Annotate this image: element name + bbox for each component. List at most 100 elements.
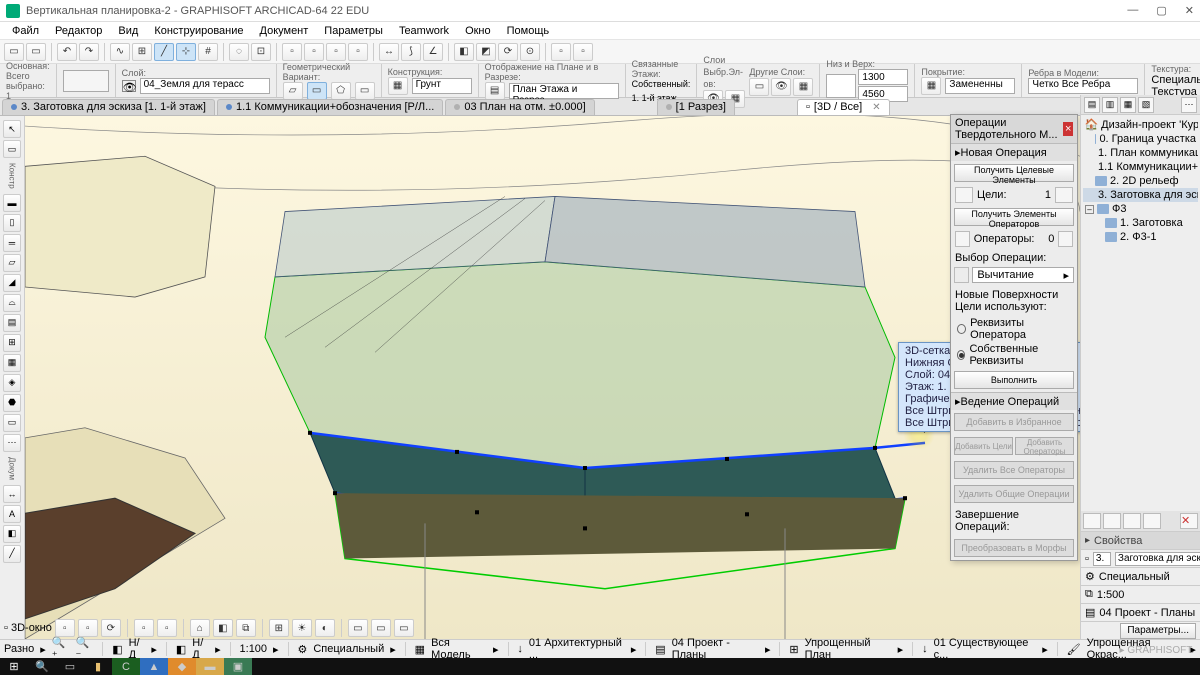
props-header[interactable]: ▸ Свойства: [1081, 531, 1200, 549]
tool-guideline[interactable]: ╱: [154, 43, 174, 61]
tool-marquee[interactable]: ▭: [3, 140, 21, 158]
tool-fill[interactable]: ◧: [3, 525, 21, 543]
tool-grid[interactable]: ⊞: [132, 43, 152, 61]
tool-m4[interactable]: ▫: [348, 43, 368, 61]
layer-combo[interactable]: 04_Земля для терасс: [140, 78, 270, 94]
menu-teamwork[interactable]: Teamwork: [391, 25, 457, 37]
get-operators-button[interactable]: Получить Элементы Операторов: [954, 208, 1074, 226]
prop-id-input[interactable]: [1093, 552, 1111, 566]
vb-7[interactable]: ◧: [213, 619, 233, 637]
menu-design[interactable]: Конструирование: [146, 25, 251, 37]
tab-plan03[interactable]: 03 План на отм. ±0.000]: [445, 99, 594, 115]
tool-arrow[interactable]: ↖: [3, 120, 21, 138]
folder-icon[interactable]: ▬: [196, 658, 224, 675]
tool-walk[interactable]: ⊙: [520, 43, 540, 61]
vb-4[interactable]: ▫: [134, 619, 154, 637]
tool-wall[interactable]: ▬: [3, 194, 21, 212]
tool-line[interactable]: ╱: [3, 545, 21, 563]
op-combo[interactable]: Вычитание▸: [972, 267, 1074, 283]
vb-9[interactable]: ⊞: [269, 619, 289, 637]
nav-layout-icon[interactable]: ▦: [1120, 97, 1136, 113]
opt-settings[interactable]: [57, 64, 116, 97]
tool-redo[interactable]: ↷: [79, 43, 99, 61]
tool-arc[interactable]: ⟆: [401, 43, 421, 61]
taskview-icon[interactable]: ▭: [56, 658, 84, 675]
app2-icon[interactable]: ▲: [140, 658, 168, 675]
vb-11[interactable]: ◐: [315, 619, 335, 637]
vb-2[interactable]: ▫: [78, 619, 98, 637]
tool-shell[interactable]: ⌓: [3, 294, 21, 312]
tool-suspend[interactable]: ◌: [229, 43, 249, 61]
vb-12[interactable]: ▭: [348, 619, 368, 637]
minimize-button[interactable]: —: [1127, 4, 1138, 17]
vb-14[interactable]: ▭: [394, 619, 414, 637]
tool-x2[interactable]: ▫: [573, 43, 593, 61]
radio-operator-attrs[interactable]: Реквизиты Оператора: [951, 316, 1077, 342]
tool-m3[interactable]: ▫: [326, 43, 346, 61]
tool-gridsnap[interactable]: #: [198, 43, 218, 61]
vb-13[interactable]: ▭: [371, 619, 391, 637]
vb-5[interactable]: ▫: [157, 619, 177, 637]
tool-mesh[interactable]: ⊞: [3, 334, 21, 352]
nav-dup-icon[interactable]: [1103, 513, 1121, 529]
nav-project-icon[interactable]: ▤: [1084, 97, 1100, 113]
tool-ruler[interactable]: ↔: [379, 43, 399, 61]
nav-del-icon[interactable]: [1123, 513, 1141, 529]
tool-x1[interactable]: ▫: [551, 43, 571, 61]
tool-morph[interactable]: ◈: [3, 374, 21, 392]
start-button[interactable]: ⊞: [0, 658, 28, 675]
execute-button[interactable]: Выполнить: [954, 371, 1074, 389]
maximize-button[interactable]: ▢: [1156, 4, 1166, 17]
nav-opts-icon[interactable]: ⋯: [1181, 97, 1197, 113]
tool-snap[interactable]: ∿: [110, 43, 130, 61]
menu-document[interactable]: Документ: [252, 25, 317, 37]
close-tab-icon[interactable]: ✕: [872, 102, 880, 113]
tool-object[interactable]: ⬣: [3, 394, 21, 412]
tab-section[interactable]: [1 Разрез]: [657, 99, 735, 115]
tool-stair[interactable]: ▤: [3, 314, 21, 332]
nav-view-icon[interactable]: ▥: [1102, 97, 1118, 113]
tool-new[interactable]: ▭: [4, 43, 24, 61]
close-button[interactable]: ✕: [1185, 4, 1194, 17]
tool-roof[interactable]: ◢: [3, 274, 21, 292]
vb-6[interactable]: ⌂: [190, 619, 210, 637]
nav-new-icon[interactable]: [1083, 513, 1101, 529]
tab-comm[interactable]: 1.1 Коммуникации+обозначения [Р/Л...: [217, 99, 443, 115]
tool-persp[interactable]: ◩: [476, 43, 496, 61]
tool-curtain[interactable]: ▦: [3, 354, 21, 372]
3d-window-button[interactable]: ▫ 3D-окно: [4, 622, 52, 634]
tool-zone[interactable]: ▭: [3, 414, 21, 432]
explorer-icon[interactable]: ▮: [84, 658, 112, 675]
tool-undo[interactable]: ↶: [57, 43, 77, 61]
prop-name-input[interactable]: [1115, 552, 1200, 566]
menu-help[interactable]: Помощь: [499, 25, 558, 37]
menu-file[interactable]: Файл: [4, 25, 47, 37]
app3-icon[interactable]: ◆: [168, 658, 196, 675]
panel-close-icon[interactable]: ×: [1063, 122, 1073, 136]
menu-view[interactable]: Вид: [110, 25, 146, 37]
tool-snapguide[interactable]: ⊹: [176, 43, 196, 61]
nav-up-icon[interactable]: [1143, 513, 1161, 529]
vb-1[interactable]: ▫: [55, 619, 75, 637]
target-list-icon[interactable]: [1055, 187, 1073, 203]
tool-open[interactable]: ▭: [26, 43, 46, 61]
tool-column[interactable]: ▯: [3, 214, 21, 232]
tab-sketch[interactable]: 3. Заготовка для эскиза [1. 1-й этаж]: [2, 99, 215, 115]
vb-10[interactable]: ☀: [292, 619, 312, 637]
tool-dim[interactable]: ↔: [3, 485, 21, 503]
top-elev[interactable]: [858, 69, 908, 85]
get-targets-button[interactable]: Получить Целевые Элементы: [954, 164, 1074, 182]
tool-angle[interactable]: ∠: [423, 43, 443, 61]
radio-own-attrs[interactable]: Собственные Реквизиты: [951, 342, 1077, 368]
vb-8[interactable]: ⧉: [236, 619, 256, 637]
search-icon[interactable]: 🔍: [28, 658, 56, 675]
menu-options[interactable]: Параметры: [316, 25, 391, 37]
camtasia-icon[interactable]: ▣: [224, 658, 252, 675]
operator-list-icon[interactable]: [1058, 231, 1073, 247]
navigator-tree[interactable]: –🏠 Дизайн-проект 'Курортн... 0. Граница …: [1081, 115, 1200, 511]
menu-edit[interactable]: Редактор: [47, 25, 110, 37]
tool-slab[interactable]: ▱: [3, 254, 21, 272]
tool-trace[interactable]: ⊡: [251, 43, 271, 61]
app1-icon[interactable]: C: [112, 658, 140, 675]
tool-3d[interactable]: ◧: [454, 43, 474, 61]
